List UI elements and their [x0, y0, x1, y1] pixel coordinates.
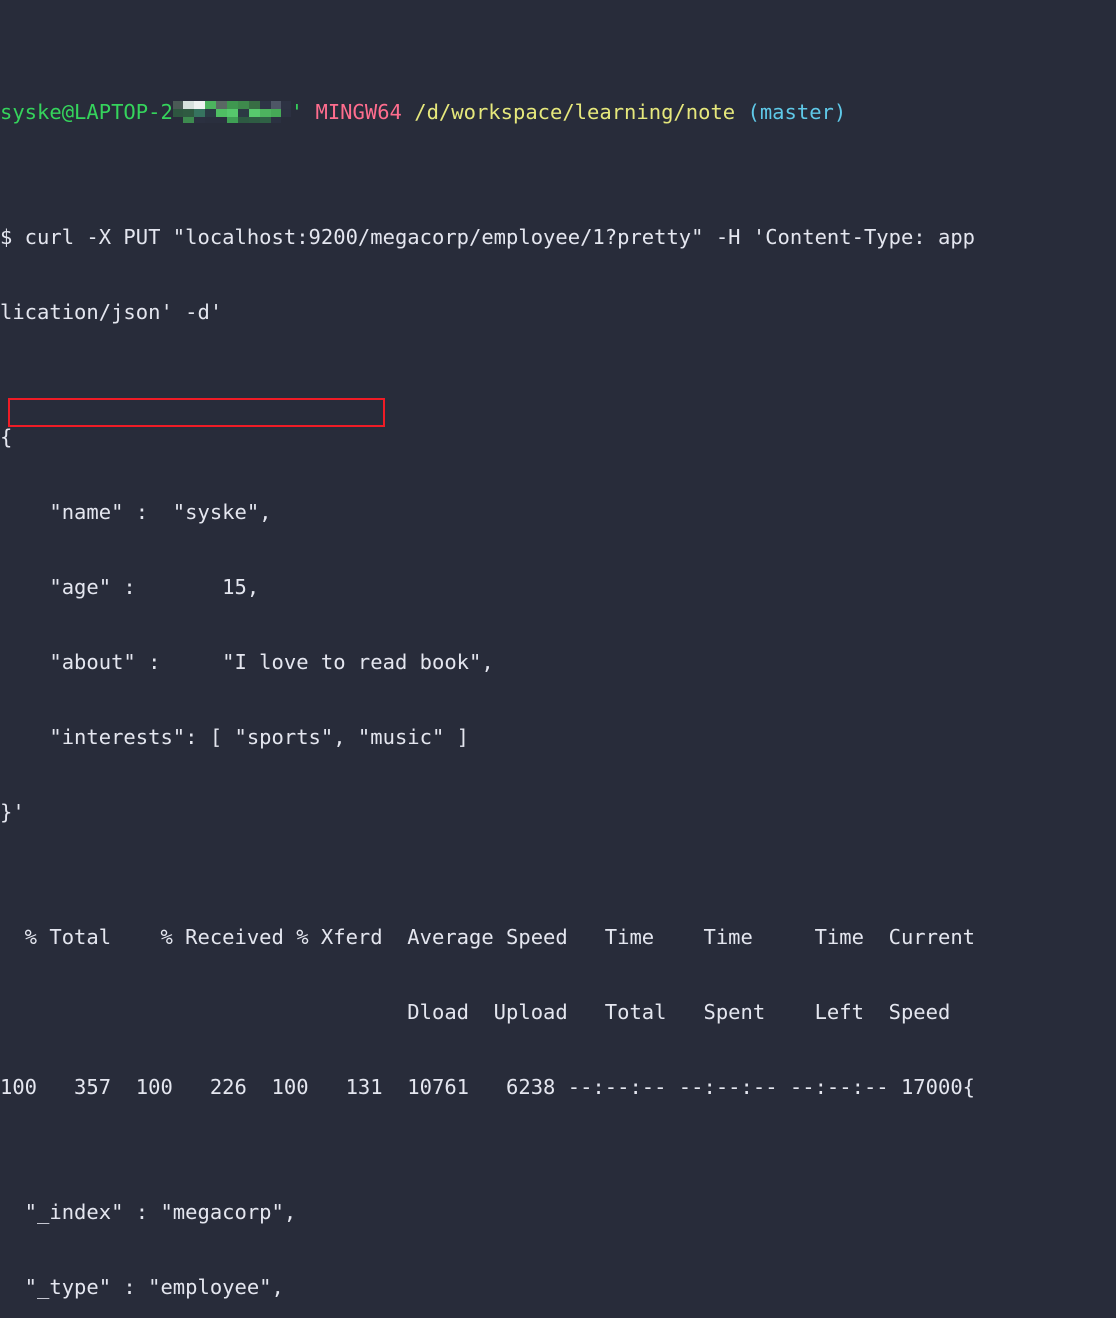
prompt-user-host-tail: ': [290, 100, 316, 124]
response-line-index: "_index" : "megacorp",: [0, 1200, 297, 1224]
curl-progress-header-row1: % Total % Received % Xferd Average Speed…: [0, 925, 976, 949]
request-body-line: "interests": [ "sports", "music" ]: [0, 725, 469, 749]
request-body-line: "name" : "syske",: [0, 500, 272, 524]
request-body-close: }': [0, 800, 25, 824]
terminal-screen[interactable]: syske@LAPTOP-2 ' MINGW64 /d/workspace/lea…: [0, 0, 1116, 1299]
prompt-git-branch: (master): [747, 100, 847, 124]
curl-progress-header-row2: Dload Upload Total Spent Left Speed: [0, 1000, 951, 1024]
request-body-open-brace: {: [0, 425, 13, 449]
prompt-line: syske@LAPTOP-2 ' MINGW64 /d/workspace/lea…: [0, 100, 1116, 125]
request-body-line: "age" : 15,: [0, 575, 260, 599]
terminal-window[interactable]: syske@LAPTOP-2 ' MINGW64 /d/workspace/lea…: [0, 0, 1116, 1299]
redacted-hostname-mosaic: [172, 101, 291, 123]
command-line-part1: $ curl -X PUT "localhost:9200/megacorp/e…: [0, 225, 976, 249]
curl-progress-stats-row: 100 357 100 226 100 131 10761 6238 --:--…: [0, 1075, 976, 1099]
response-line-type: "_type" : "employee",: [0, 1275, 284, 1299]
prompt-shell-name: MINGW64: [315, 100, 402, 124]
request-body-line: "about" : "I love to read book",: [0, 650, 494, 674]
command-line-part2: lication/json' -d': [0, 300, 223, 324]
prompt-path: /d/workspace/learning/note: [414, 100, 736, 124]
prompt-user-host: syske@LAPTOP-2: [0, 100, 173, 124]
